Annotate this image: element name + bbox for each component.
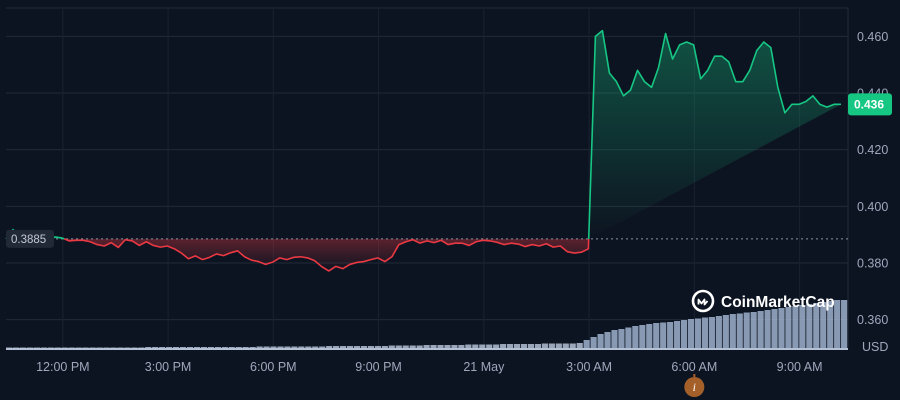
volume-bar: [687, 319, 695, 350]
x-tick-label: 3:00 PM: [145, 360, 192, 374]
x-tick-label: 6:00 AM: [671, 360, 717, 374]
volume-bar: [618, 329, 625, 350]
volume-bar: [632, 326, 639, 350]
brand-name: CoinMarketCap: [721, 294, 835, 311]
volume-bar: [736, 313, 743, 350]
volume-bar: [667, 322, 674, 350]
area-fill-up: [588, 30, 841, 239]
volume-bar: [701, 317, 709, 350]
area-fills: [6, 30, 841, 271]
x-tick-label: 9:00 AM: [777, 360, 823, 374]
volume-bar: [597, 334, 604, 350]
volume-bar: [799, 305, 806, 350]
volume-bar: [722, 315, 729, 350]
volume-bar: [792, 306, 799, 350]
volume-bar: [785, 307, 792, 350]
volume-bar: [611, 330, 618, 350]
volume-bar: [771, 309, 778, 350]
volume-bar: [625, 327, 632, 350]
x-tick-label: 12:00 PM: [36, 360, 90, 374]
brand-watermark: CoinMarketCap: [691, 289, 835, 313]
price-chart: 0.4600.4400.4200.4000.3800.360 12:00 PM3…: [0, 0, 900, 400]
y-tick-label: 0.360: [857, 313, 888, 327]
volume-bar: [708, 317, 715, 350]
y-tick-label: 0.400: [857, 200, 888, 214]
volume-bar: [674, 321, 681, 350]
volume-bar: [841, 300, 848, 350]
volume-bar: [660, 322, 667, 350]
info-icon: i: [693, 380, 696, 394]
volume-bar: [750, 312, 757, 350]
volume-bar: [743, 312, 750, 350]
y-tick-label: 0.380: [857, 257, 888, 271]
volume-bar: [639, 325, 646, 350]
volume-bar: [715, 316, 722, 350]
volume-bar: [680, 320, 688, 350]
volume-bar: [778, 308, 785, 350]
x-tick-label: 6:00 PM: [250, 360, 297, 374]
reference-price-box: 0.3885: [6, 229, 54, 248]
coinmarketcap-logo-icon: [691, 289, 715, 313]
y-axis-ticks: 0.4600.4400.4200.4000.3800.360: [857, 30, 888, 327]
volume-bar: [764, 310, 771, 350]
volume-baseline: [6, 348, 848, 350]
currency-label: USD: [862, 340, 888, 354]
x-tick-label: 21 May: [463, 360, 505, 374]
volume-bar: [834, 300, 841, 350]
reference-price-label: 0.3885: [11, 234, 46, 246]
x-axis-ticks: 12:00 PM 3:00 PM 6:00 PM 9:00 PM 21 May 3:00 …: [36, 360, 822, 374]
volume-bar: [604, 332, 611, 350]
event-marker[interactable]: i: [684, 374, 705, 397]
x-tick-label: 9:00 PM: [355, 360, 402, 374]
chart-svg: 0.4600.4400.4200.4000.3800.360 12:00 PM3…: [0, 0, 892, 397]
y-tick-label: 0.460: [857, 30, 888, 44]
y-tick-label: 0.420: [857, 143, 888, 157]
x-tick-label: 3:00 AM: [566, 360, 612, 374]
volume-bar: [646, 324, 653, 350]
volume-bar: [694, 318, 702, 350]
volume-bar: [757, 311, 764, 350]
current-price-label: 0.436: [854, 97, 884, 111]
current-price-box: 0.436: [848, 93, 892, 116]
volume-bar: [729, 314, 736, 350]
volume-bar: [653, 323, 660, 350]
